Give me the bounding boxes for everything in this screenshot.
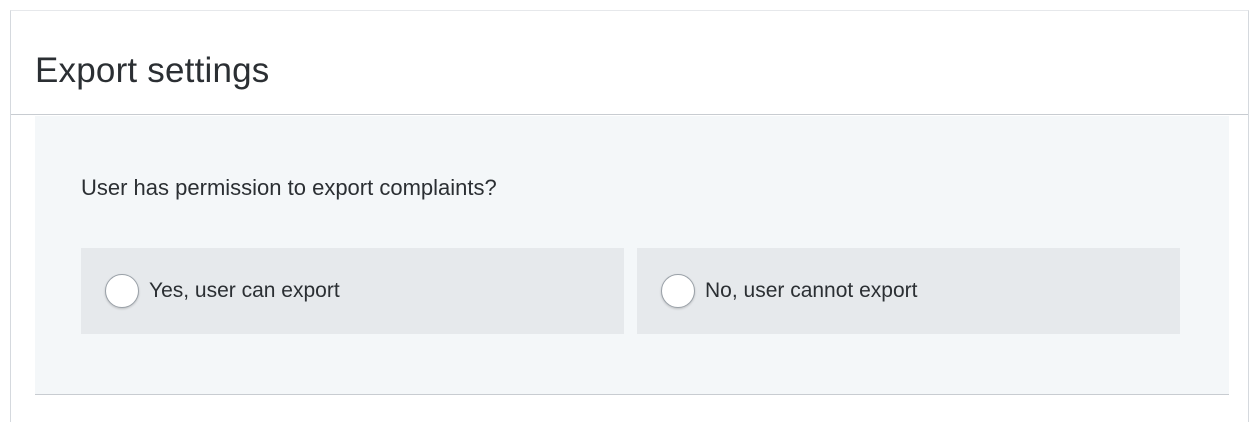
export-permission-section: User has permission to export complaints… xyxy=(35,116,1229,395)
export-yes-label: Yes, user can export xyxy=(149,279,340,302)
export-permission-question: User has permission to export complaints… xyxy=(81,175,497,200)
export-yes-option[interactable]: Yes, user can export xyxy=(81,248,624,334)
export-no-label: No, user cannot export xyxy=(705,279,918,302)
panel-header: Export settings xyxy=(11,11,1248,115)
export-settings-panel: Export settings User has permission to e… xyxy=(10,10,1249,422)
export-no-option[interactable]: No, user cannot export xyxy=(637,248,1180,334)
panel-title: Export settings xyxy=(35,51,270,90)
radio-unselected-icon[interactable] xyxy=(661,274,695,308)
radio-unselected-icon[interactable] xyxy=(105,274,139,308)
